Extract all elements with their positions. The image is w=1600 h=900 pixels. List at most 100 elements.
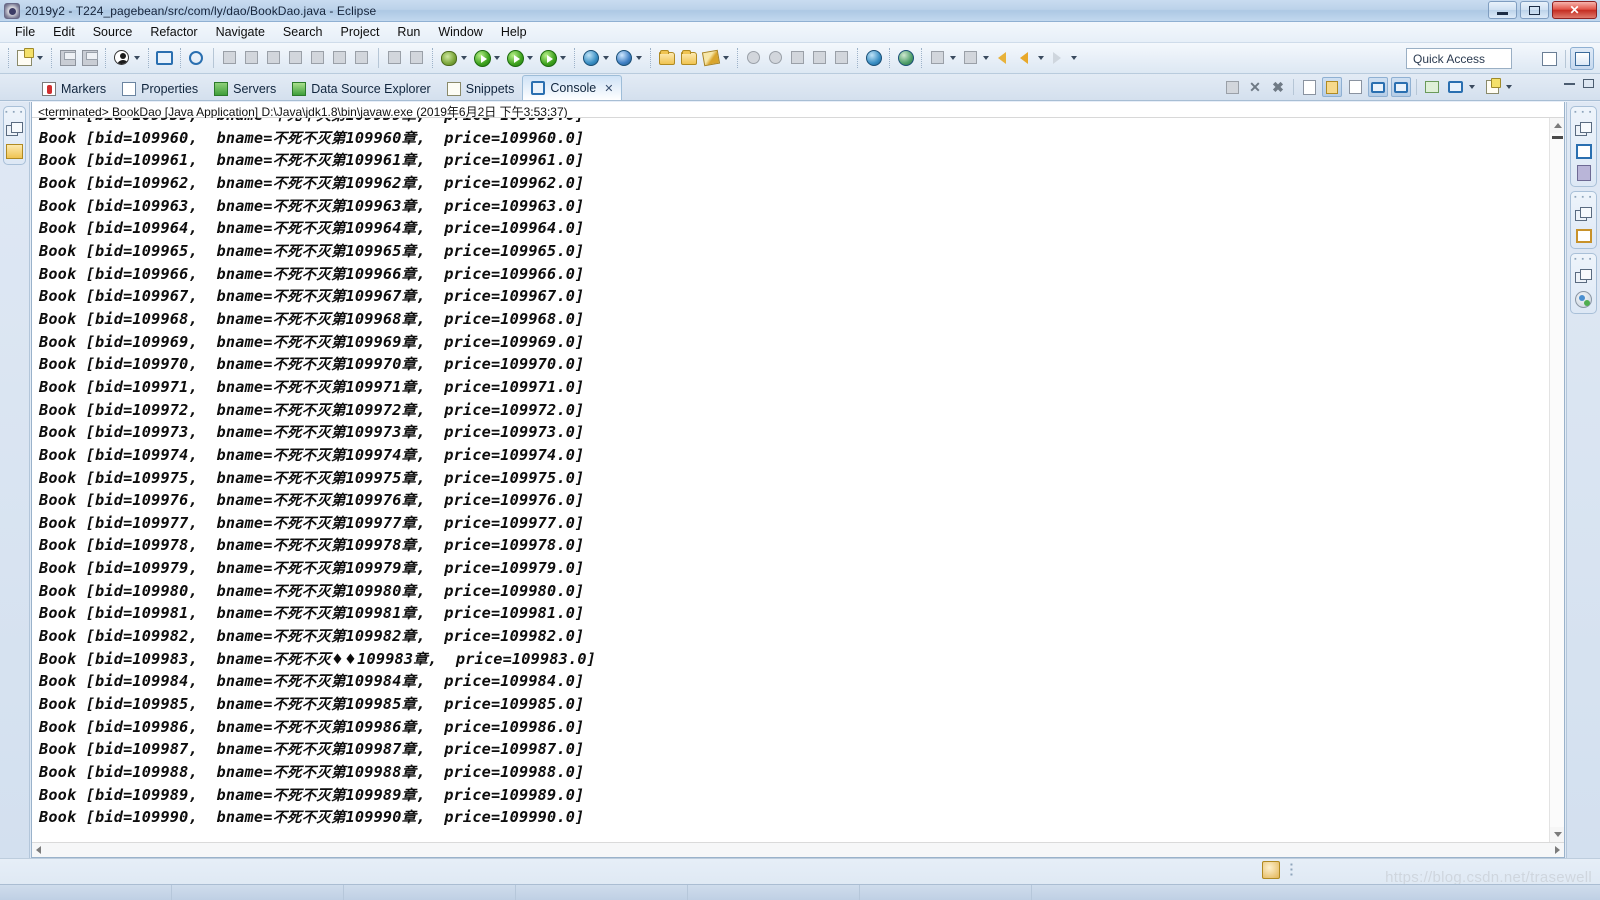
open-perspective-button[interactable] bbox=[1537, 47, 1561, 70]
breakpoint-dropdown-icon[interactable] bbox=[134, 56, 140, 60]
drag-handle-dots[interactable]: ▪ ▪ ▪ bbox=[1574, 256, 1593, 263]
taskbar-cell[interactable] bbox=[174, 885, 344, 900]
package-explorer-icon[interactable] bbox=[6, 144, 23, 159]
clear-console-icon[interactable] bbox=[1299, 77, 1319, 97]
menu-item-search[interactable]: Search bbox=[274, 23, 332, 41]
forward-dropdown-icon[interactable] bbox=[1071, 56, 1077, 60]
resume-icon[interactable] bbox=[219, 47, 241, 69]
display-console-dropdown-icon[interactable] bbox=[1469, 85, 1475, 89]
search-icon[interactable] bbox=[765, 47, 787, 69]
open-console-dropdown-icon[interactable] bbox=[1506, 85, 1512, 89]
tab-data-source-explorer[interactable]: Data Source Explorer bbox=[284, 78, 439, 100]
drag-handle-dots[interactable]: ▪ ▪ ▪ bbox=[5, 109, 24, 116]
external-tools-dropdown-icon[interactable] bbox=[461, 56, 467, 60]
console-vertical-scrollbar[interactable] bbox=[1549, 118, 1564, 842]
open-type-icon[interactable] bbox=[406, 47, 428, 69]
remove-launch-icon[interactable]: ✕ bbox=[1245, 77, 1265, 97]
scroll-left-button[interactable] bbox=[36, 846, 41, 854]
debug-icon[interactable] bbox=[537, 47, 559, 69]
restore-icon[interactable] bbox=[1574, 207, 1593, 223]
web-browser-icon[interactable] bbox=[580, 47, 602, 69]
profile-dropdown-icon[interactable] bbox=[636, 56, 642, 60]
window-layout-icon[interactable] bbox=[1575, 229, 1592, 243]
pencil-icon[interactable] bbox=[700, 47, 722, 69]
minimize-button[interactable] bbox=[1488, 1, 1517, 19]
taskbar-cell[interactable] bbox=[862, 885, 1032, 900]
toggle-breakpoint-icon[interactable] bbox=[111, 47, 133, 69]
menu-item-source[interactable]: Source bbox=[84, 23, 142, 41]
taskbar-cell[interactable] bbox=[2, 885, 172, 900]
tab-close-icon[interactable]: ✕ bbox=[604, 82, 613, 95]
display-selected-console-icon[interactable] bbox=[1445, 77, 1465, 97]
save-icon[interactable] bbox=[57, 47, 79, 69]
back-icon[interactable] bbox=[1015, 47, 1037, 69]
previous-annotation-icon[interactable] bbox=[927, 47, 949, 69]
tab-snippets[interactable]: Snippets bbox=[439, 78, 523, 100]
paragraph-icon[interactable] bbox=[831, 47, 853, 69]
scroll-lock-icon[interactable] bbox=[1322, 77, 1342, 97]
profile-icon[interactable] bbox=[613, 47, 635, 69]
restore-icon[interactable] bbox=[1574, 122, 1593, 138]
palette-icon[interactable] bbox=[1575, 291, 1592, 308]
open-task-icon[interactable] bbox=[384, 47, 406, 69]
scroll-down-button[interactable] bbox=[1550, 827, 1564, 842]
tab-properties[interactable]: Properties bbox=[114, 78, 206, 100]
restore-icon[interactable] bbox=[5, 122, 24, 138]
remove-all-terminated-icon[interactable]: ✖ bbox=[1268, 77, 1288, 97]
pin-console-icon[interactable] bbox=[1422, 77, 1442, 97]
maximize-view-icon[interactable] bbox=[1583, 79, 1594, 88]
drop-to-frame-icon[interactable] bbox=[351, 47, 373, 69]
outline-icon[interactable] bbox=[1575, 144, 1592, 159]
menu-item-run[interactable]: Run bbox=[388, 23, 429, 41]
open-console-icon[interactable] bbox=[1482, 77, 1502, 97]
browser-dropdown-icon[interactable] bbox=[603, 56, 609, 60]
previous-annotation-dropdown-icon[interactable] bbox=[950, 56, 956, 60]
scroll-thumb[interactable] bbox=[1552, 136, 1563, 139]
close-button[interactable]: ✕ bbox=[1552, 1, 1597, 19]
save-all-icon[interactable] bbox=[79, 47, 101, 69]
menu-item-edit[interactable]: Edit bbox=[44, 23, 84, 41]
console-output-area[interactable]: Book [bid=109959, bname=不死不灭第109959章, pr… bbox=[32, 118, 1564, 842]
debug-dropdown-icon[interactable] bbox=[560, 56, 566, 60]
tab-console[interactable]: Console ✕ bbox=[522, 75, 623, 100]
globe-search-icon[interactable] bbox=[863, 47, 885, 69]
taskbar-cell[interactable] bbox=[346, 885, 516, 900]
run-as-server-icon[interactable] bbox=[504, 47, 526, 69]
show-whitespace-icon[interactable] bbox=[809, 47, 831, 69]
link-icon[interactable] bbox=[743, 47, 765, 69]
restore-icon[interactable] bbox=[1574, 269, 1593, 285]
menu-item-refactor[interactable]: Refactor bbox=[141, 23, 206, 41]
skip-breakpoints-icon[interactable] bbox=[186, 47, 208, 69]
last-edit-location-icon[interactable] bbox=[993, 47, 1015, 69]
taskbar-cell[interactable] bbox=[690, 885, 860, 900]
run-as-dropdown-icon[interactable] bbox=[527, 56, 533, 60]
show-console-on-output-icon[interactable] bbox=[1368, 77, 1388, 97]
word-wrap-icon[interactable] bbox=[1345, 77, 1365, 97]
step-return-icon[interactable] bbox=[329, 47, 351, 69]
java-ee-perspective-button[interactable] bbox=[1570, 47, 1594, 70]
external-tools-icon[interactable] bbox=[438, 47, 460, 69]
new-java-class-icon[interactable] bbox=[154, 47, 176, 69]
menu-item-help[interactable]: Help bbox=[492, 23, 536, 41]
menu-item-window[interactable]: Window bbox=[429, 23, 491, 41]
document-outline-icon[interactable] bbox=[1576, 165, 1591, 181]
next-annotation-dropdown-icon[interactable] bbox=[983, 56, 989, 60]
smart-insert-icon[interactable] bbox=[1262, 861, 1280, 879]
new-wizard-dropdown-icon[interactable] bbox=[37, 56, 43, 60]
status-drag-dots[interactable]: ▪ ▪ ▪ bbox=[1290, 861, 1293, 879]
menu-item-navigate[interactable]: Navigate bbox=[207, 23, 274, 41]
taskbar-cell[interactable] bbox=[518, 885, 688, 900]
new-wizard-icon[interactable] bbox=[14, 47, 36, 69]
terminate-icon[interactable] bbox=[1222, 77, 1242, 97]
drag-handle-dots[interactable]: ▪ ▪ ▪ bbox=[1574, 109, 1593, 116]
step-over-icon[interactable] bbox=[307, 47, 329, 69]
pencil-dropdown-icon[interactable] bbox=[723, 56, 729, 60]
open-folder-icon[interactable] bbox=[678, 47, 700, 69]
open-type-hierarchy-icon[interactable] bbox=[895, 47, 917, 69]
back-dropdown-icon[interactable] bbox=[1038, 56, 1044, 60]
next-annotation-icon[interactable] bbox=[960, 47, 982, 69]
open-task-list-icon[interactable] bbox=[787, 47, 809, 69]
console-horizontal-scrollbar[interactable] bbox=[32, 842, 1564, 857]
run-dropdown-icon[interactable] bbox=[494, 56, 500, 60]
suspend-icon[interactable] bbox=[241, 47, 263, 69]
